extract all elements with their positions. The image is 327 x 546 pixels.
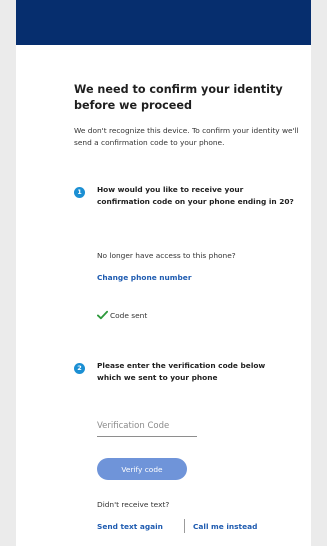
no-access-text: No longer have access to this phone? <box>97 251 236 260</box>
header-bar <box>16 0 311 45</box>
step-2-badge: 2 <box>74 363 85 374</box>
call-me-instead-link[interactable]: Call me instead <box>193 521 257 532</box>
step-1-question: How would you like to receive your confi… <box>97 185 294 207</box>
code-sent-label: Code sent <box>110 310 148 320</box>
send-text-again-link[interactable]: Send text again <box>97 521 163 532</box>
verify-code-button[interactable]: Verify code <box>97 458 187 480</box>
check-icon <box>97 310 108 320</box>
identity-card: We need to confirm your identity before … <box>16 0 311 546</box>
step-1-badge: 1 <box>74 187 85 198</box>
code-sent-status: Code sent <box>97 309 147 321</box>
link-divider <box>184 519 185 533</box>
change-phone-link[interactable]: Change phone number <box>97 272 191 283</box>
verification-code-input[interactable] <box>97 418 197 437</box>
page-title: We need to confirm your identity before … <box>74 83 283 112</box>
step-2-instruction: Please enter the verification code below… <box>97 361 266 383</box>
intro-text: We don't recognize this device. To confi… <box>74 126 299 148</box>
didnt-receive-text: Didn't receive text? <box>97 500 170 509</box>
